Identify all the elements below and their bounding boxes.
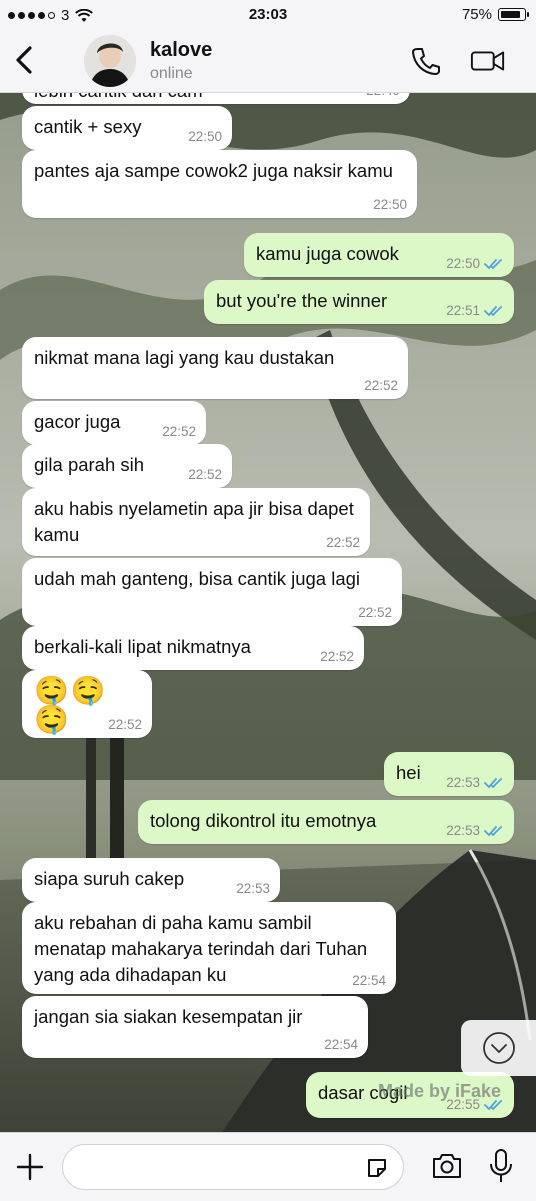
- outgoing-message[interactable]: tolong dikontrol itu emotnya 22:53: [138, 800, 514, 844]
- read-receipt-icon: [484, 259, 502, 269]
- message-time: 22:53: [446, 823, 480, 838]
- message-text: gacor juga: [34, 411, 121, 432]
- incoming-message[interactable]: aku habis nyelametin apa jir bisa dapet …: [22, 488, 370, 556]
- clock: 23:03: [248, 6, 288, 23]
- incoming-message[interactable]: gila parah sih 22:52: [22, 444, 232, 488]
- message-time: 22:54: [324, 1037, 358, 1052]
- message-time: 22:52: [320, 649, 354, 664]
- contact-name[interactable]: kalove: [150, 39, 212, 62]
- message-time: 22:53: [446, 775, 480, 790]
- message-input[interactable]: [62, 1144, 404, 1190]
- incoming-message[interactable]: nikmat mana lagi yang kau dustakan 22:52: [22, 337, 408, 399]
- message-time: 22:52: [108, 717, 142, 732]
- incoming-message[interactable]: aku rebahan di paha kamu sambil menatap …: [22, 902, 396, 994]
- phone-icon[interactable]: [408, 44, 444, 78]
- outgoing-message[interactable]: kamu juga cowok 22:50: [244, 233, 514, 277]
- back-chevron-icon[interactable]: [8, 42, 42, 78]
- message-text: jangan sia siakan kesempatan jir: [34, 1006, 303, 1027]
- contact-status: online: [150, 65, 193, 82]
- incoming-message[interactable]: udah mah ganteng, bisa cantik juga lagi 2…: [22, 558, 402, 626]
- scroll-to-bottom-button[interactable]: [461, 1020, 536, 1076]
- message-text: hei: [396, 762, 421, 783]
- message-text: nikmat mana lagi yang kau dustakan: [34, 347, 335, 368]
- incoming-message[interactable]: jangan sia siakan kesempatan jir 22:54: [22, 996, 368, 1058]
- status-bar: 3 23:03 75%: [0, 0, 536, 30]
- message-text: berkali-kali lipat nikmatnya: [34, 636, 251, 657]
- message-time: 22:50: [373, 197, 407, 212]
- sticker-icon[interactable]: [365, 1156, 389, 1180]
- incoming-message[interactable]: cantik + sexy 22:50: [22, 106, 232, 150]
- message-time: 22:54: [352, 973, 386, 988]
- outgoing-message[interactable]: but you're the winner 22:51: [204, 280, 514, 324]
- message-text: 🤤🤤🤤: [34, 675, 108, 735]
- incoming-message[interactable]: pantes aja sampe cowok2 juga naksir kamu…: [22, 150, 417, 218]
- message-time: 22:52: [364, 378, 398, 393]
- chevron-down-icon: [483, 1032, 515, 1064]
- incoming-message[interactable]: gacor juga 22:52: [22, 401, 206, 445]
- message-text: gila parah sih: [34, 454, 145, 475]
- message-text: udah mah ganteng, bisa cantik juga lagi: [34, 568, 361, 589]
- video-camera-icon[interactable]: [470, 44, 506, 78]
- battery-icon: [498, 8, 529, 21]
- incoming-message[interactable]: siapa suruh cakep 22:53: [22, 858, 280, 902]
- incoming-message[interactable]: 🤤🤤🤤 22:52: [22, 670, 152, 738]
- message-text: aku rebahan di paha kamu sambil menatap …: [34, 912, 368, 985]
- message-text: but you're the winner: [216, 290, 388, 311]
- read-receipt-icon: [484, 778, 502, 788]
- message-text: kamu juga cowok: [256, 243, 399, 264]
- message-text: tolong dikontrol itu emotnya: [150, 810, 377, 831]
- microphone-icon[interactable]: [488, 1148, 514, 1184]
- message-time: 22:51: [446, 303, 480, 318]
- plus-icon[interactable]: [14, 1151, 46, 1183]
- message-time: 22:52: [358, 605, 392, 620]
- read-receipt-icon: [484, 306, 502, 316]
- message-text: aku habis nyelametin apa jir bisa dapet …: [34, 498, 354, 545]
- avatar[interactable]: [84, 35, 136, 87]
- message-text: cantik + sexy: [34, 116, 142, 137]
- chat-header: kalove online: [0, 30, 536, 93]
- message-time: 22:50: [188, 129, 222, 144]
- battery-percent: 75%: [461, 6, 492, 23]
- message-time: 22:52: [326, 535, 360, 550]
- composer-bar: [0, 1132, 536, 1201]
- message-time: 22:53: [236, 881, 270, 896]
- read-receipt-icon: [484, 826, 502, 836]
- message-text: pantes aja sampe cowok2 juga naksir kamu: [34, 160, 393, 181]
- message-time: 22:52: [162, 424, 196, 439]
- message-text: siapa suruh cakep: [34, 868, 185, 889]
- message-time: 22:50: [446, 256, 480, 271]
- incoming-message[interactable]: berkali-kali lipat nikmatnya 22:52: [22, 626, 364, 670]
- outgoing-message[interactable]: hei 22:53: [384, 752, 514, 796]
- message-time: 22:52: [188, 467, 222, 482]
- watermark: Made by iFake: [378, 1081, 502, 1101]
- camera-icon[interactable]: [430, 1150, 464, 1182]
